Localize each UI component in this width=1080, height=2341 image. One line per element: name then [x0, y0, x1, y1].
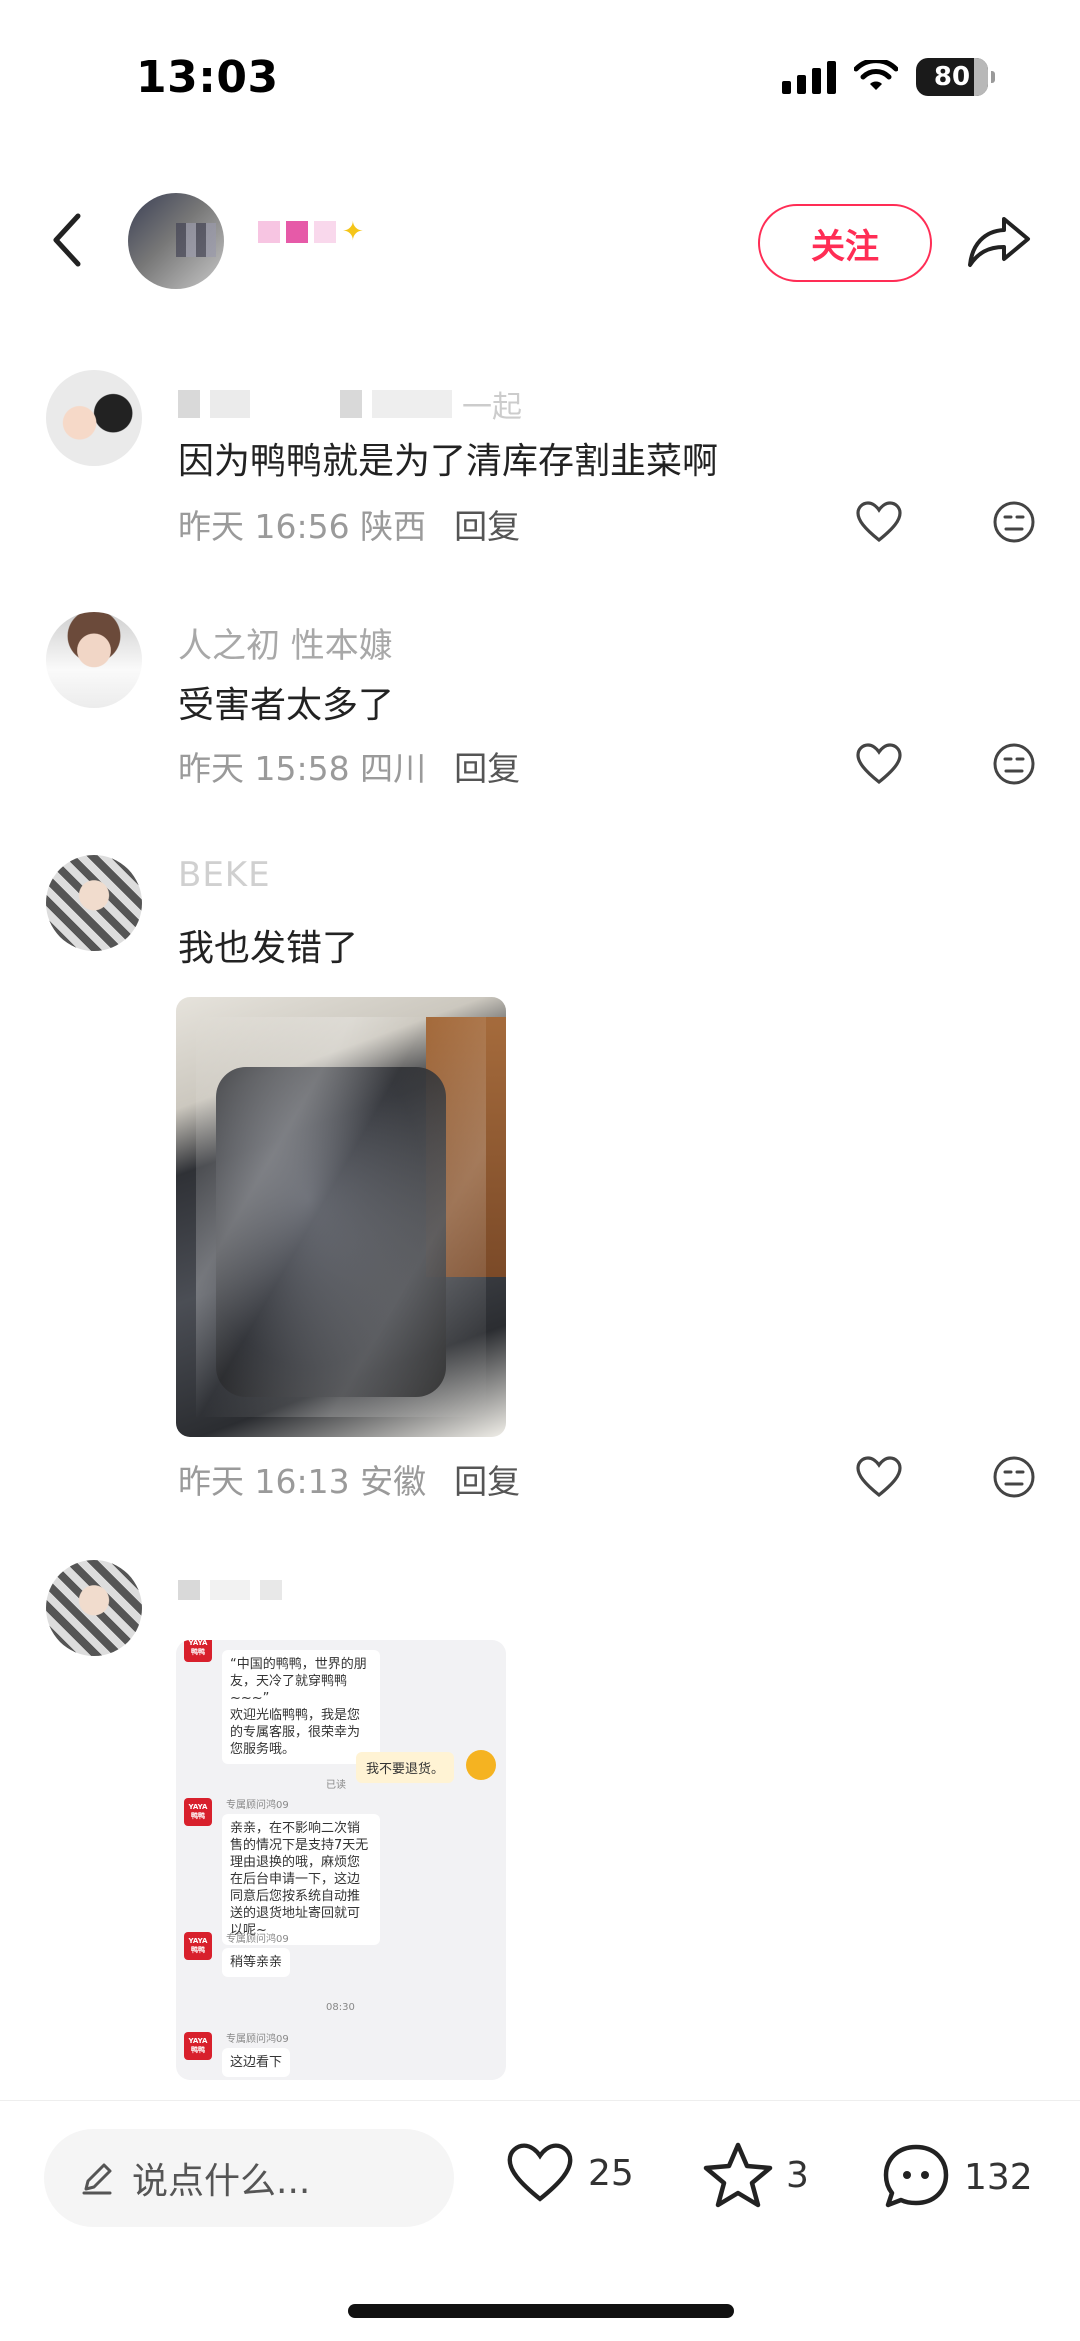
user-avatar-small	[466, 1750, 496, 1780]
favorite-button[interactable]: 3	[702, 2141, 809, 2209]
share-icon[interactable]	[966, 213, 1032, 269]
comment-time: 昨天 16:56	[178, 507, 350, 546]
battery-icon: 80	[916, 58, 995, 96]
comment-image[interactable]	[176, 997, 506, 1437]
signal-icon	[782, 60, 836, 94]
post-header: ✦ 关注	[0, 185, 1080, 295]
comment-author[interactable]: BEKE	[178, 855, 271, 895]
reply-button[interactable]: 回复	[454, 1455, 520, 1503]
comment-item: 一起 因为鸭鸭就是为了清库存割韭菜啊 昨天 16:56 陕西 回复	[0, 370, 1080, 570]
agent-reply: 稍等亲亲	[222, 1948, 291, 1977]
reply-button[interactable]: 回复	[454, 500, 520, 548]
comment-location: 四川	[360, 749, 427, 788]
comment-item: YAYA 鸭鸭 “中国的鸭鸭，世界的朋友，天冷了就穿鸭鸭~~~” 欢迎光临鸭鸭，…	[0, 1560, 1080, 2080]
brand-logo: YAYA 鸭鸭	[184, 1798, 212, 1826]
comment-bubble-icon	[883, 2144, 949, 2208]
reply-button[interactable]: 回复	[454, 742, 520, 790]
agent-name: 专属顾问鸿09	[226, 2034, 289, 2045]
avatar[interactable]	[46, 1560, 142, 1656]
author-avatar[interactable]	[128, 193, 224, 289]
my-message: 我不要退货。	[356, 1752, 455, 1783]
status-bar: 13:03 80	[0, 0, 1080, 150]
home-indicator[interactable]	[348, 2304, 734, 2318]
favorite-count: 3	[786, 2154, 809, 2196]
like-button[interactable]: 25	[504, 2141, 634, 2205]
chat-greeting: “中国的鸭鸭，世界的朋友，天冷了就穿鸭鸭~~~” 欢迎光临鸭鸭，我是您的专属客服…	[222, 1650, 380, 1764]
comment-author[interactable]: 人之初 性本嫝	[178, 618, 393, 667]
status-indicators: 80	[782, 58, 995, 96]
comment-text: 因为鸭鸭就是为了清库存割韭菜啊	[178, 441, 719, 482]
comment-input-placeholder: 说点什么...	[132, 2161, 311, 2202]
agent-reply: 亲亲，在不影响二次销售的情况下是支持7天无理由退换的哦，麻烦您在后台申请一下，这…	[222, 1814, 380, 1945]
comment-meta: 昨天 16:56 陕西 回复	[178, 500, 520, 548]
dislike-face-icon[interactable]	[992, 1455, 1036, 1499]
status-time: 13:03	[136, 52, 279, 103]
avatar[interactable]	[46, 612, 142, 708]
like-count: 25	[588, 2152, 634, 2194]
comment-location: 陕西	[360, 507, 427, 546]
comment-author-blurred[interactable]: 一起	[178, 382, 522, 426]
brand-logo: YAYA 鸭鸭	[184, 1640, 212, 1662]
author-name-blurred[interactable]: ✦	[258, 217, 364, 247]
pencil-icon	[82, 2163, 112, 2195]
back-icon[interactable]	[44, 210, 94, 270]
dislike-face-icon[interactable]	[992, 500, 1036, 544]
comment-time: 昨天 15:58	[178, 749, 350, 788]
wifi-icon	[854, 60, 898, 90]
comment-item: 人之初 性本嫝 受害者太多了 昨天 15:58 四川 回复	[0, 612, 1080, 812]
dislike-face-icon[interactable]	[992, 742, 1036, 786]
agent-name: 专属顾问鸿09	[226, 1934, 289, 1945]
avatar[interactable]	[46, 370, 142, 466]
comment-count: 132	[964, 2156, 1033, 2198]
chat-timestamp: 08:30	[326, 2002, 355, 2013]
chat-screenshot-image[interactable]: YAYA 鸭鸭 “中国的鸭鸭，世界的朋友，天冷了就穿鸭鸭~~~” 欢迎光临鸭鸭，…	[176, 1640, 506, 2080]
agent-name: 专属顾问鸿09	[226, 1800, 289, 1811]
comment-author-partial: 一起	[462, 390, 522, 425]
comment-input[interactable]: 说点什么...	[44, 2129, 454, 2227]
comment-item: BEKE 我也发错了 昨天 16:13 安徽 回复	[0, 855, 1080, 1515]
follow-button[interactable]: 关注	[758, 204, 932, 282]
battery-level: 80	[933, 62, 971, 92]
comment-author-blurred[interactable]	[178, 1580, 282, 1600]
comment-count-button[interactable]: 132	[880, 2141, 1033, 2213]
heart-icon[interactable]	[854, 742, 904, 786]
comment-time: 昨天 16:13	[178, 1462, 350, 1501]
comment-location: 安徽	[360, 1462, 427, 1501]
heart-icon[interactable]	[854, 1455, 904, 1499]
comment-text: 我也发错了	[178, 928, 359, 969]
heart-icon[interactable]	[854, 500, 904, 544]
read-receipt: 已读	[326, 1780, 346, 1791]
avatar[interactable]	[46, 855, 142, 951]
comment-meta: 昨天 15:58 四川 回复	[178, 742, 520, 790]
comment-meta: 昨天 16:13 安徽 回复	[178, 1455, 520, 1503]
sparkle-icon: ✦	[342, 217, 364, 247]
agent-reply: 这边看下	[222, 2048, 291, 2077]
brand-logo: YAYA 鸭鸭	[184, 1932, 212, 1960]
comment-text: 受害者太多了	[178, 685, 395, 726]
star-icon	[703, 2142, 773, 2208]
heart-icon	[507, 2143, 573, 2202]
brand-logo: YAYA 鸭鸭	[184, 2032, 212, 2060]
